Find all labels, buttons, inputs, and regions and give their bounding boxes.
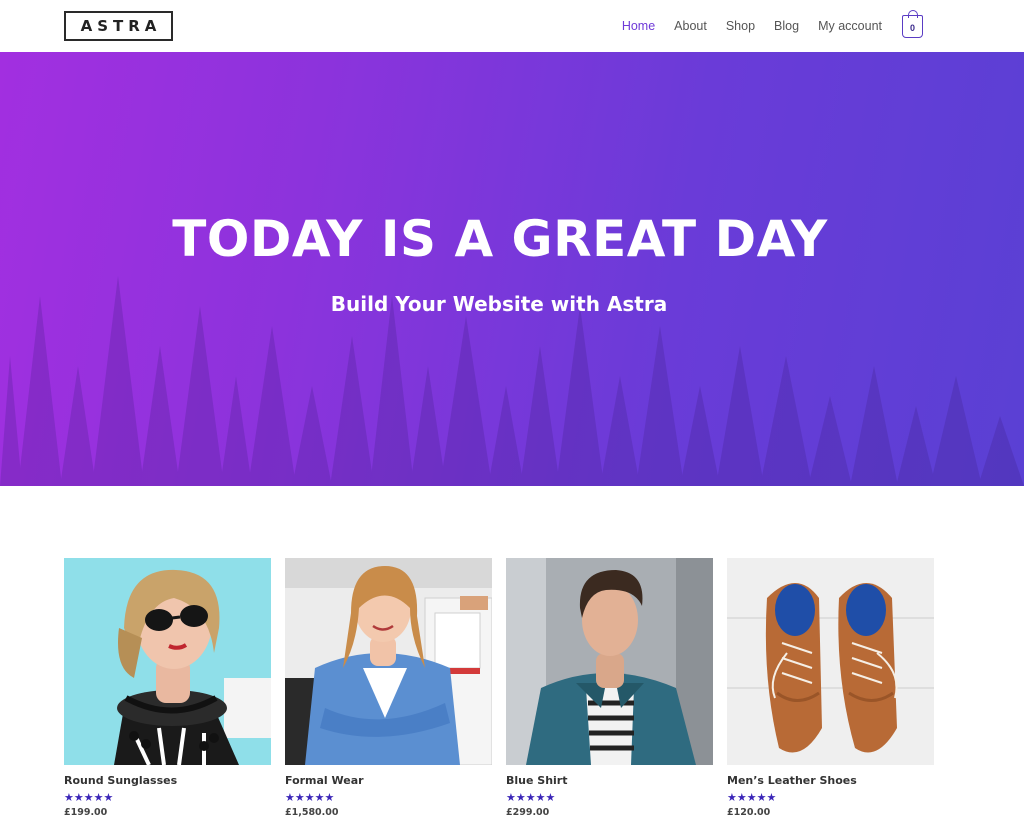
product-image-blue-shirt[interactable]: [506, 558, 713, 765]
product-title[interactable]: Round Sunglasses: [64, 774, 271, 787]
product-image-mens-leather-shoes[interactable]: [727, 558, 934, 765]
star-rating: ★★★★★: [64, 792, 114, 804]
hero-banner: TODAY IS A GREAT DAY Build Your Website …: [0, 52, 1024, 486]
star-rating: ★★★★★: [506, 792, 556, 804]
product-title[interactable]: Blue Shirt: [506, 774, 713, 787]
site-header: ASTRA Home About Shop Blog My account 0: [0, 0, 1024, 52]
hero-subtitle: Build Your Website with Astra: [330, 292, 668, 316]
site-logo[interactable]: ASTRA: [64, 11, 173, 41]
star-rating: ★★★★★: [285, 792, 335, 804]
nav-about[interactable]: About: [674, 19, 707, 33]
product-price: £120.00: [727, 807, 771, 818]
nav-home[interactable]: Home: [622, 19, 655, 33]
woman-sunglasses-image: [64, 558, 271, 765]
product-card[interactable]: Round Sunglasses ★★★★★ £199.00: [64, 558, 271, 818]
product-price: £299.00: [506, 807, 550, 818]
star-rating: ★★★★★: [727, 792, 777, 804]
product-grid: Round Sunglasses ★★★★★ £199.00 Formal We…: [64, 558, 934, 839]
nav-blog[interactable]: Blog: [774, 19, 799, 33]
product-image-formal-wear[interactable]: [285, 558, 492, 765]
logo-text: ASTRA: [80, 17, 162, 35]
nav-shop[interactable]: Shop: [726, 19, 755, 33]
main-nav: Home About Shop Blog My account: [603, 0, 882, 52]
leather-shoes-image: [727, 558, 934, 765]
product-price: £199.00: [64, 807, 108, 818]
woman-blazer-image: [285, 558, 492, 765]
product-card[interactable]: Blue Shirt ★★★★★ £299.00: [506, 558, 713, 818]
product-title[interactable]: Men’s Leather Shoes: [727, 774, 934, 787]
cart-count: 0: [909, 22, 915, 33]
cart-bag-icon[interactable]: 0: [902, 10, 923, 38]
product-card[interactable]: Formal Wear ★★★★★ £1,580.00: [285, 558, 492, 818]
man-blue-shirt-image: [506, 558, 713, 765]
product-price: £1,580.00: [285, 807, 339, 818]
nav-my-account[interactable]: My account: [818, 19, 882, 33]
hero-title: TODAY IS A GREAT DAY: [172, 210, 828, 268]
forest-background-image: [0, 276, 1024, 486]
product-image-round-sunglasses[interactable]: [64, 558, 271, 765]
product-title[interactable]: Formal Wear: [285, 774, 492, 787]
product-card[interactable]: Men’s Leather Shoes ★★★★★ £120.00: [727, 558, 934, 818]
